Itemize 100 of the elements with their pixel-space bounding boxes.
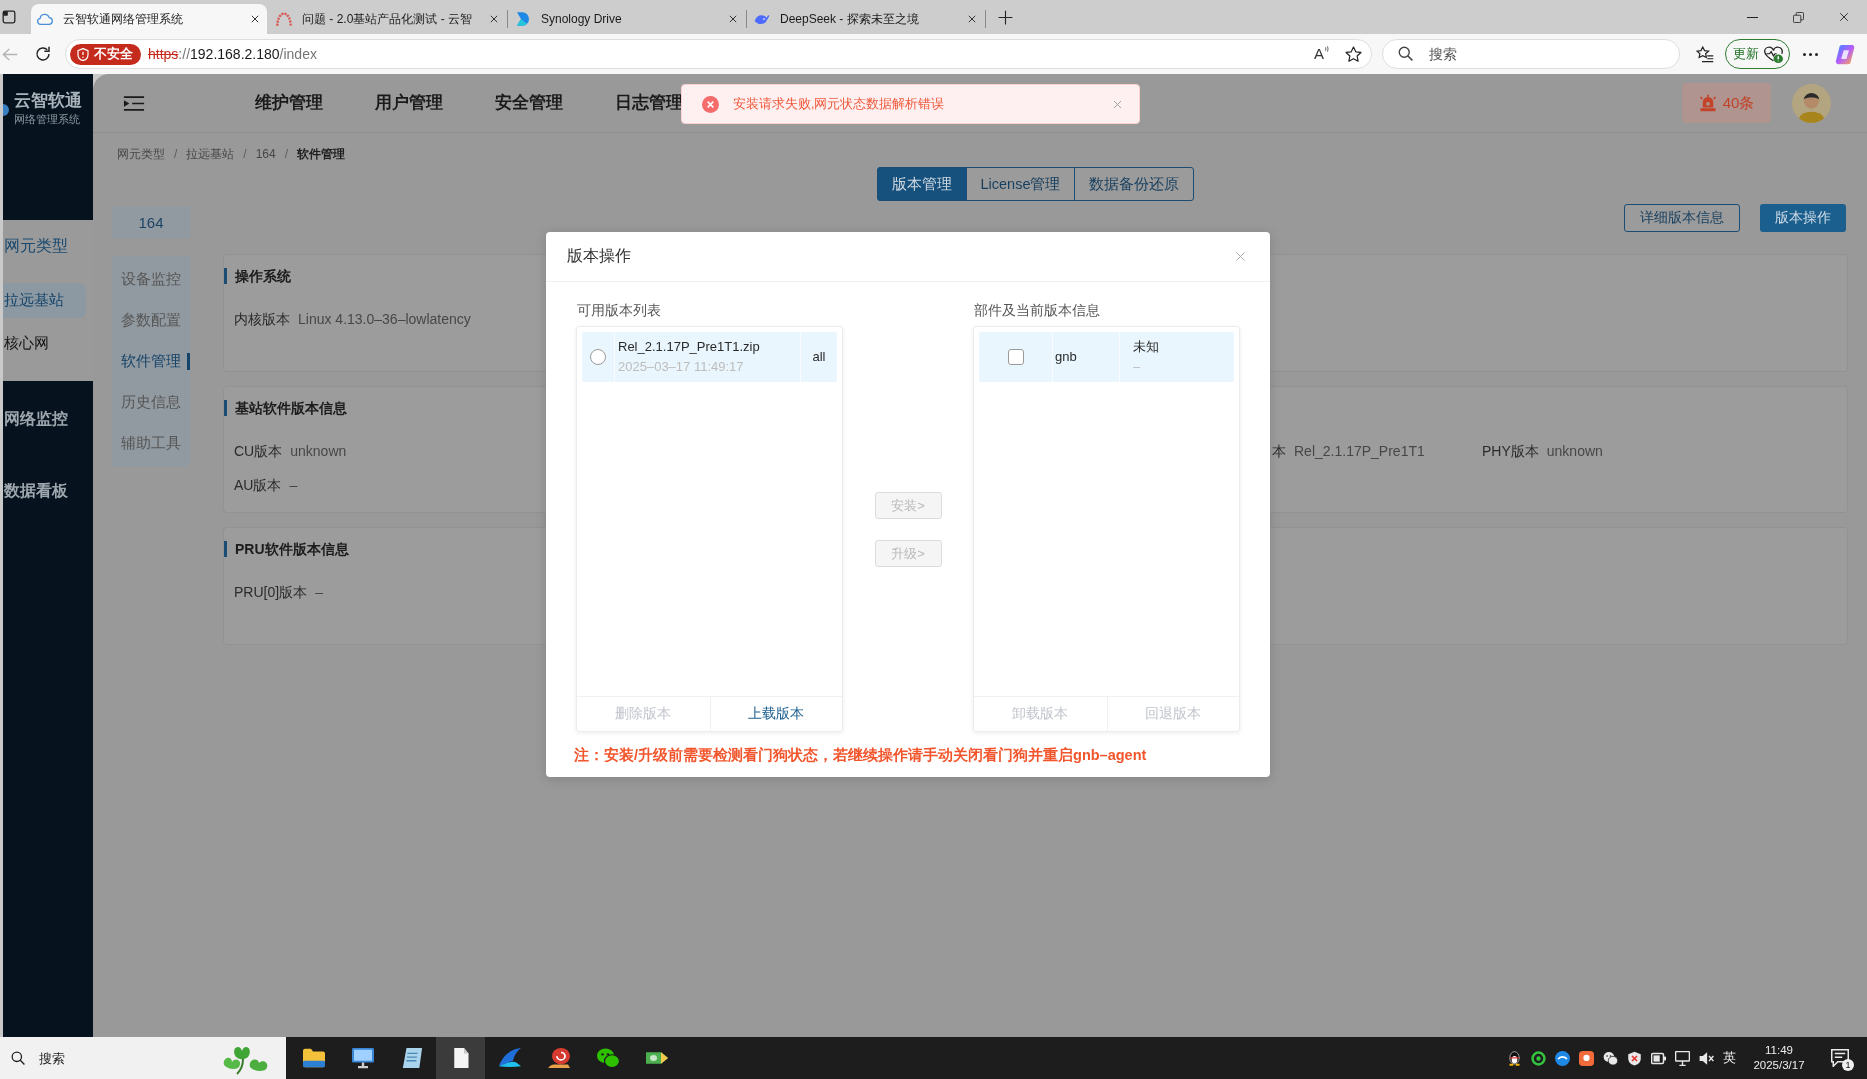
version-target: all [812, 348, 826, 366]
breadcrumb-link[interactable]: 网元类型 [117, 145, 165, 163]
field-value: – [289, 477, 298, 495]
taskbar-search-field[interactable]: 搜索 [0, 1037, 286, 1079]
snail-icon [546, 1047, 571, 1069]
column-label: 部件及当前版本信息 [974, 301, 1100, 320]
breadcrumb-separator: / [174, 147, 178, 161]
star-icon[interactable] [1345, 45, 1362, 63]
field-value: unknown [290, 443, 347, 461]
nav-item[interactable]: 用户管理 [375, 92, 443, 114]
component-row[interactable]: gnb 未知 – [979, 332, 1234, 382]
d-shape-icon [515, 11, 531, 27]
field-label: 本 [1272, 443, 1286, 461]
taskbar-app-button[interactable] [436, 1037, 485, 1079]
sidebar-subitem[interactable]: 核心网 [3, 326, 86, 361]
computer-icon [350, 1047, 375, 1069]
close-icon[interactable] [967, 14, 977, 24]
dialog-title: 版本操作 [567, 246, 631, 266]
field-value: unknown [1546, 443, 1603, 461]
breadcrumb-link[interactable]: 拉远基站 [186, 145, 235, 163]
field-value: Linux 4.13.0–36–lowlatency [298, 311, 471, 329]
view-tab[interactable]: License管理 [965, 167, 1076, 201]
breadcrumb-current: 软件管理 [297, 145, 346, 163]
close-icon[interactable] [250, 14, 260, 24]
view-tab[interactable]: 数据备份还原 [1074, 167, 1195, 201]
field-label: PRU[0]版本 [234, 584, 308, 602]
field-value: – [315, 584, 323, 602]
battery-icon[interactable] [1650, 1050, 1666, 1066]
radio-button[interactable] [590, 349, 606, 365]
more-icon[interactable] [1803, 52, 1818, 56]
chat-bubbles-icon[interactable] [1602, 1050, 1618, 1066]
search-field[interactable]: 搜索 [1382, 39, 1680, 69]
heart-pulse-icon [1763, 45, 1783, 63]
browser-tab[interactable]: 问题 - 2.0基站产品化测试 - 云智 [270, 4, 506, 34]
action-button[interactable]: 版本操作 [1760, 204, 1846, 232]
status-circle-icon [702, 95, 719, 113]
nav-item[interactable]: 安全管理 [495, 92, 563, 114]
field-value: Rel_2.1.17P_Pre1T1 [1294, 443, 1425, 461]
ring-icon[interactable] [1530, 1050, 1546, 1066]
minimize-icon[interactable] [1746, 16, 1758, 18]
browser-tab[interactable]: Synology Drive [509, 4, 745, 34]
avatar-icon[interactable] [1792, 83, 1831, 123]
swoosh-icon [497, 1047, 522, 1069]
card-title: PRU软件版本信息 [224, 541, 349, 557]
checkbox[interactable] [1007, 349, 1024, 365]
field-label: AU版本 [234, 477, 282, 495]
notification-count: 1 [1842, 1059, 1854, 1071]
tab-actions-icon[interactable] [2, 10, 16, 24]
sidebar-subitem[interactable]: 拉远基站 [3, 283, 86, 318]
browser-tab[interactable]: 云智软通网络管理系统 [31, 4, 267, 34]
toast-message: 安装请求失败,网元状态数据解析错误 [733, 95, 945, 113]
disc-icon[interactable] [1554, 1050, 1570, 1066]
action-button[interactable]: 详细版本信息 [1624, 204, 1740, 232]
view-tab[interactable]: 版本管理 [876, 167, 967, 201]
component-version: – [1133, 358, 1141, 376]
menu-fold-icon[interactable] [123, 94, 145, 112]
sidebar-item[interactable]: 网络监控 [3, 383, 93, 455]
list-action-button[interactable]: 上载版本 [709, 697, 842, 731]
browser-tab[interactable]: DeepSeek - 探索未至之境 [748, 4, 984, 34]
security-badge[interactable]: 不安全 [70, 43, 141, 65]
monitor-icon[interactable] [1674, 1050, 1690, 1066]
sidebar-item[interactable]: 网元类型 [3, 233, 93, 259]
logo-icon [3, 104, 9, 116]
clock[interactable]: 11:49 2025/3/17 [1744, 1043, 1814, 1073]
version-row[interactable]: Rel_2.1.17P_Pre1T1.zip 2025–03–17 11:49:17 all [582, 332, 837, 382]
read-aloud-button[interactable]: A [1314, 45, 1331, 63]
shield-icon [77, 47, 89, 61]
field-label: 内核版本 [234, 311, 290, 329]
version-name: Rel_2.1.17P_Pre1T1.zip [618, 338, 760, 356]
sidebar-item[interactable]: 数据看板 [3, 455, 93, 527]
close-icon[interactable] [1838, 11, 1850, 23]
document-icon [451, 1047, 470, 1069]
tile-icon[interactable] [1578, 1050, 1594, 1066]
refresh-icon[interactable] [35, 46, 51, 62]
address-field[interactable]: 不安全 https://192.168.2.180/index A [65, 39, 1372, 69]
url-text: https://192.168.2.180/index [148, 46, 317, 62]
version-date: 2025–03–17 11:49:17 [618, 358, 744, 376]
penguin-icon[interactable] [1506, 1050, 1522, 1066]
shield-cross-icon[interactable] [1626, 1050, 1642, 1066]
field-label: PHY版本 [1482, 443, 1539, 461]
component-name: gnb [1055, 348, 1077, 366]
plus-icon[interactable] [998, 9, 1013, 25]
restore-icon[interactable] [1792, 11, 1804, 23]
close-icon[interactable] [728, 14, 738, 24]
folder-icon [301, 1047, 326, 1069]
notification-icon[interactable] [1831, 1049, 1849, 1067]
nav-item[interactable]: 维护管理 [255, 92, 323, 114]
speaker-muted-icon[interactable] [1698, 1050, 1714, 1066]
favorites-icon[interactable] [1696, 45, 1714, 63]
arc-icon [276, 11, 292, 27]
input-language[interactable]: 英 [1718, 1049, 1740, 1067]
app-subtitle: 网络管理系统 [14, 113, 81, 126]
swirl-icon[interactable] [1835, 43, 1856, 65]
node-menu-item[interactable]: 软件管理 [112, 341, 190, 382]
close-icon[interactable] [489, 14, 499, 24]
breadcrumb-link[interactable]: 164 [255, 147, 276, 161]
notepad-icon [400, 1047, 423, 1069]
breadcrumb-separator: / [284, 147, 289, 161]
field-label: CU版本 [234, 443, 283, 461]
app-title: 云智软通 [14, 90, 82, 110]
